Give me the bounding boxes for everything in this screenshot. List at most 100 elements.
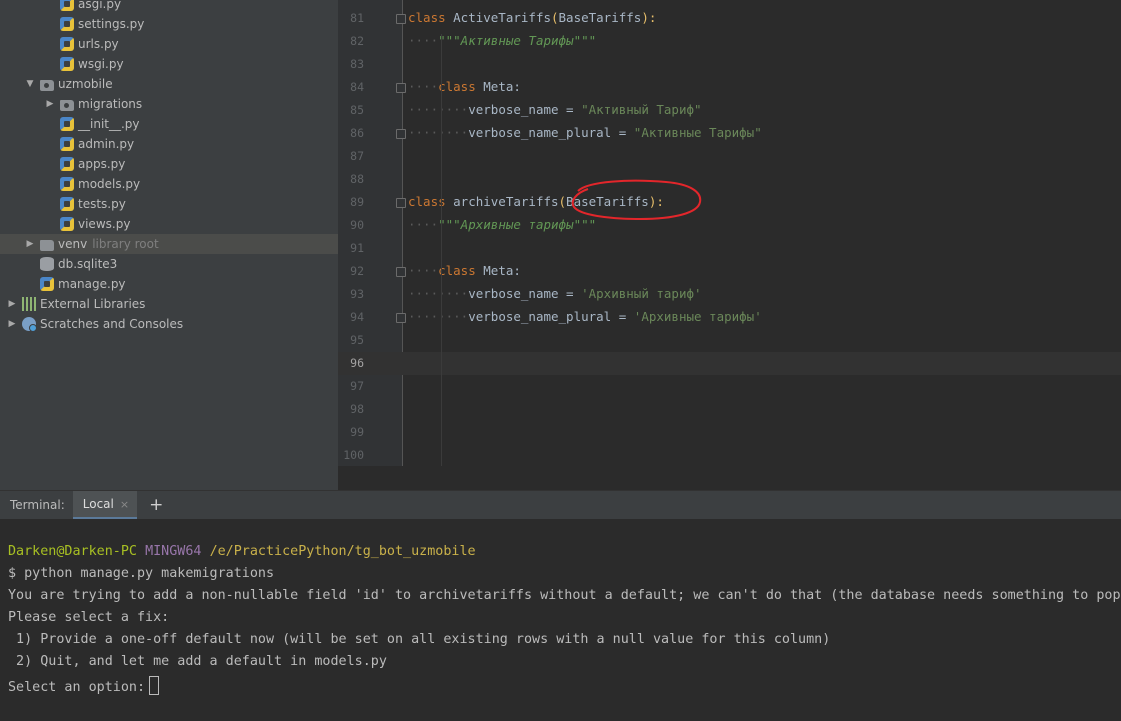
tree-item[interactable]: ▶views.py bbox=[0, 214, 338, 234]
line-number: 92 bbox=[350, 264, 364, 278]
add-tab-icon[interactable]: + bbox=[149, 495, 163, 515]
package-folder-icon bbox=[40, 79, 54, 91]
tree-item-label: migrations bbox=[78, 97, 143, 111]
tree-item[interactable]: ▶ venv library root bbox=[0, 234, 338, 254]
code-token: 'Архивный тариф' bbox=[581, 286, 702, 301]
code-line[interactable]: 96 bbox=[338, 352, 1121, 375]
python-file-icon bbox=[60, 177, 74, 191]
tree-item-label: __init__.py bbox=[78, 117, 140, 131]
fold-marker-icon[interactable] bbox=[396, 198, 406, 208]
line-number: 91 bbox=[350, 241, 364, 255]
code-token: ( bbox=[551, 10, 559, 25]
code-line[interactable]: 81 class ActiveTariffs(BaseTariffs): bbox=[338, 7, 1121, 30]
python-file-icon bbox=[60, 197, 74, 211]
code-token: ········ bbox=[408, 125, 469, 140]
scratches-icon bbox=[22, 317, 37, 332]
tree-item[interactable]: ▶db.sqlite3 bbox=[0, 254, 338, 274]
prompt-user: Darken@Darken-PC bbox=[8, 544, 137, 559]
code-text: ········verbose_name_plural = 'Архивные … bbox=[408, 309, 762, 324]
code-line[interactable]: 82 ····"""Активные Тарифы""" bbox=[338, 30, 1121, 53]
tree-item-label: Scratches and Consoles bbox=[40, 317, 184, 331]
line-number: 95 bbox=[350, 333, 364, 347]
line-number: 96 bbox=[350, 356, 364, 370]
code-line[interactable]: 94 ········verbose_name_plural = 'Архивны… bbox=[338, 306, 1121, 329]
code-line[interactable]: 99 bbox=[338, 421, 1121, 444]
chevron-right-icon[interactable]: ▶ bbox=[24, 239, 36, 249]
fold-marker-icon[interactable] bbox=[396, 14, 406, 24]
code-token: ········ bbox=[408, 286, 469, 301]
python-file-icon bbox=[60, 37, 74, 51]
close-tab-icon[interactable]: × bbox=[120, 498, 129, 511]
code-line[interactable]: 92 ····class Meta: bbox=[338, 260, 1121, 283]
code-line[interactable]: 98 bbox=[338, 398, 1121, 421]
chevron-down-icon[interactable]: ▼ bbox=[24, 79, 36, 89]
code-line[interactable]: 100 bbox=[338, 444, 1121, 467]
python-file-icon bbox=[60, 157, 74, 171]
line-number: 100 bbox=[343, 448, 364, 462]
prompt-host: MINGW64 bbox=[145, 544, 202, 559]
code-line[interactable]: 97 bbox=[338, 375, 1121, 398]
tree-item-label: apps.py bbox=[78, 157, 126, 171]
tree-item[interactable]: ▶manage.py bbox=[0, 274, 338, 294]
python-file-icon bbox=[40, 277, 54, 291]
tree-item[interactable]: ▶ Scratches and Consoles bbox=[0, 314, 338, 334]
tab-local-label: Local bbox=[82, 497, 114, 511]
code-token: class bbox=[408, 194, 454, 209]
tree-item[interactable]: ▶urls.py bbox=[0, 34, 338, 54]
tree-item-label: asgi.py bbox=[78, 0, 122, 11]
database-file-icon bbox=[40, 257, 54, 271]
code-line[interactable]: 87 bbox=[338, 145, 1121, 168]
terminal-line: 2) Quit, and let me add a default in mod… bbox=[8, 654, 387, 669]
code-text: ········verbose_name_plural = "Активные … bbox=[408, 125, 762, 140]
project-panel: ▶asgi.py▶settings.py▶urls.py▶wsgi.py▼uzm… bbox=[0, 0, 338, 490]
code-line[interactable]: 93 ········verbose_name = 'Архивный тариф… bbox=[338, 283, 1121, 306]
tree-item[interactable]: ▶models.py bbox=[0, 174, 338, 194]
terminal-output[interactable]: Darken@Darken-PC MINGW64 /e/PracticePyth… bbox=[0, 519, 1121, 721]
code-token: verbose_name_plural = bbox=[468, 125, 634, 140]
tree-item[interactable]: ▶settings.py bbox=[0, 14, 338, 34]
tree-item[interactable]: ▶ External Libraries bbox=[0, 294, 338, 314]
code-line[interactable]: 86 ········verbose_name_plural = "Активны… bbox=[338, 122, 1121, 145]
fold-marker-icon[interactable] bbox=[396, 267, 406, 277]
code-line[interactable]: 84 ····class Meta: bbox=[338, 76, 1121, 99]
chevron-right-icon[interactable]: ▶ bbox=[44, 99, 56, 109]
line-number: 89 bbox=[350, 195, 364, 209]
code-line[interactable]: 90 ····"""Архивные тарифы""" bbox=[338, 214, 1121, 237]
tree-item[interactable]: ▼ uzmobile bbox=[0, 74, 338, 94]
code-token: ( bbox=[558, 194, 567, 209]
tree-item[interactable]: ▶asgi.py bbox=[0, 0, 338, 14]
chevron-right-icon[interactable]: ▶ bbox=[6, 299, 18, 309]
tab-local[interactable]: Local × bbox=[72, 491, 138, 519]
code-line[interactable]: 95 bbox=[338, 329, 1121, 352]
python-file-icon bbox=[60, 217, 74, 231]
terminal-line: You are trying to add a non-nullable fie… bbox=[8, 588, 1121, 603]
code-token: ···· bbox=[408, 79, 439, 94]
tree-item[interactable]: ▶__init__.py bbox=[0, 114, 338, 134]
fold-marker-icon[interactable] bbox=[396, 83, 406, 93]
code-line[interactable]: 83 bbox=[338, 53, 1121, 76]
code-line[interactable]: 85 ········verbose_name = "Активный Тариф… bbox=[338, 99, 1121, 122]
tree-item[interactable]: ▶wsgi.py bbox=[0, 54, 338, 74]
chevron-right-icon[interactable]: ▶ bbox=[6, 319, 18, 329]
code-token: Meta: bbox=[483, 79, 521, 94]
code-line[interactable]: 89 class archiveTariffs(BaseTariffs): bbox=[338, 191, 1121, 214]
tree-item[interactable]: ▶admin.py bbox=[0, 134, 338, 154]
code-token: "Активный Тариф" bbox=[581, 102, 702, 117]
tree-item[interactable]: ▶ migrations bbox=[0, 94, 338, 114]
tree-item[interactable]: ▶apps.py bbox=[0, 154, 338, 174]
code-token: class bbox=[438, 263, 484, 278]
code-line[interactable]: 91 bbox=[338, 237, 1121, 260]
code-token: ········ bbox=[408, 309, 469, 324]
code-editor[interactable]: 81 class ActiveTariffs(BaseTariffs): 82 ···… bbox=[338, 0, 1121, 490]
fold-marker-icon[interactable] bbox=[396, 313, 406, 323]
code-token: verbose_name = bbox=[468, 286, 582, 301]
line-number: 94 bbox=[350, 310, 364, 324]
code-token: BaseTariffs bbox=[558, 10, 642, 25]
code-line[interactable]: 88 bbox=[338, 168, 1121, 191]
tree-item-label: venv bbox=[58, 237, 88, 251]
tree-item[interactable]: ▶tests.py bbox=[0, 194, 338, 214]
code-token: BaseTariffs bbox=[566, 194, 649, 209]
terminal-input-line[interactable]: Select an option: bbox=[8, 676, 160, 695]
code-text: ········verbose_name = "Активный Тариф" bbox=[408, 102, 702, 117]
fold-marker-icon[interactable] bbox=[396, 129, 406, 139]
